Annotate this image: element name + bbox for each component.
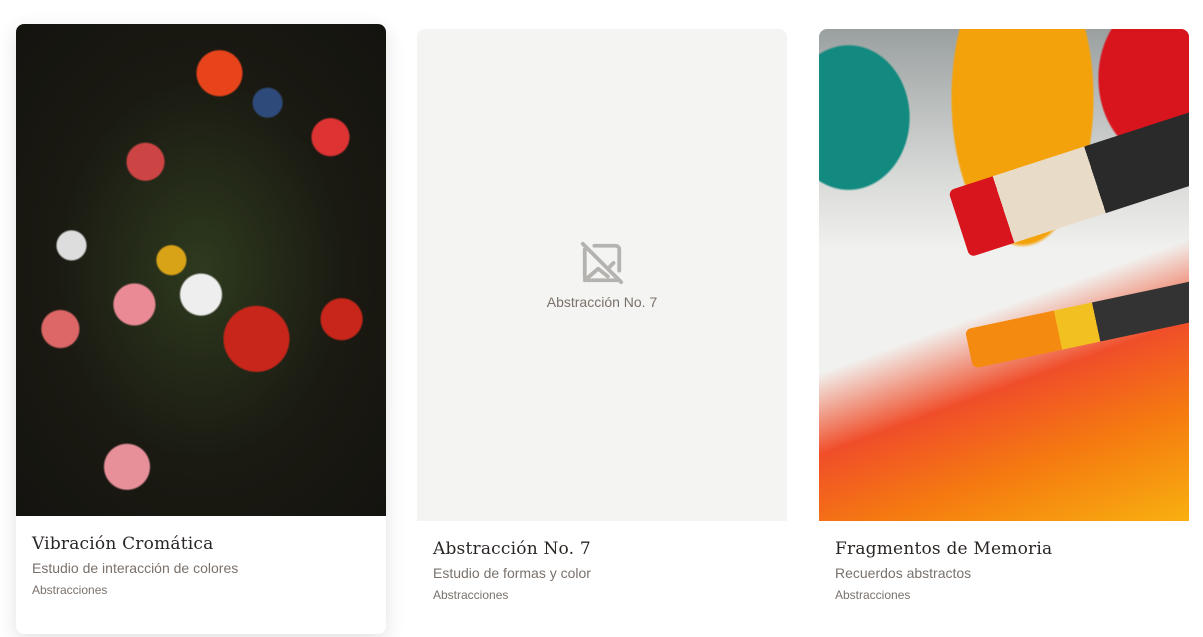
artwork-category: Abstracciones bbox=[433, 588, 509, 602]
artwork-image bbox=[819, 29, 1189, 521]
artwork-card[interactable]: Abstracción No. 7 Abstracción No. 7 Estu… bbox=[417, 29, 787, 602]
artwork-title: Fragmentos de Memoria bbox=[835, 539, 1053, 559]
image-off-icon bbox=[580, 241, 624, 285]
artwork-category: Abstracciones bbox=[835, 588, 911, 602]
artwork-card[interactable]: Vibración Cromática Estudio de interacci… bbox=[16, 24, 386, 634]
placeholder-label: Abstracción No. 7 bbox=[546, 294, 658, 310]
artwork-category: Abstracciones bbox=[32, 583, 108, 597]
artwork-title: Abstracción No. 7 bbox=[433, 539, 591, 559]
artwork-subtitle: Recuerdos abstractos bbox=[835, 565, 972, 581]
artwork-subtitle: Estudio de interacción de colores bbox=[32, 560, 239, 576]
brush-shape bbox=[964, 275, 1189, 369]
artwork-card[interactable]: Fragmentos de Memoria Recuerdos abstract… bbox=[819, 29, 1189, 602]
artwork-title: Vibración Cromática bbox=[32, 534, 214, 554]
artwork-image-placeholder: Abstracción No. 7 bbox=[417, 29, 787, 521]
artwork-image bbox=[16, 24, 386, 516]
brush-shape bbox=[948, 110, 1189, 258]
artwork-subtitle: Estudio de formas y color bbox=[433, 565, 591, 581]
